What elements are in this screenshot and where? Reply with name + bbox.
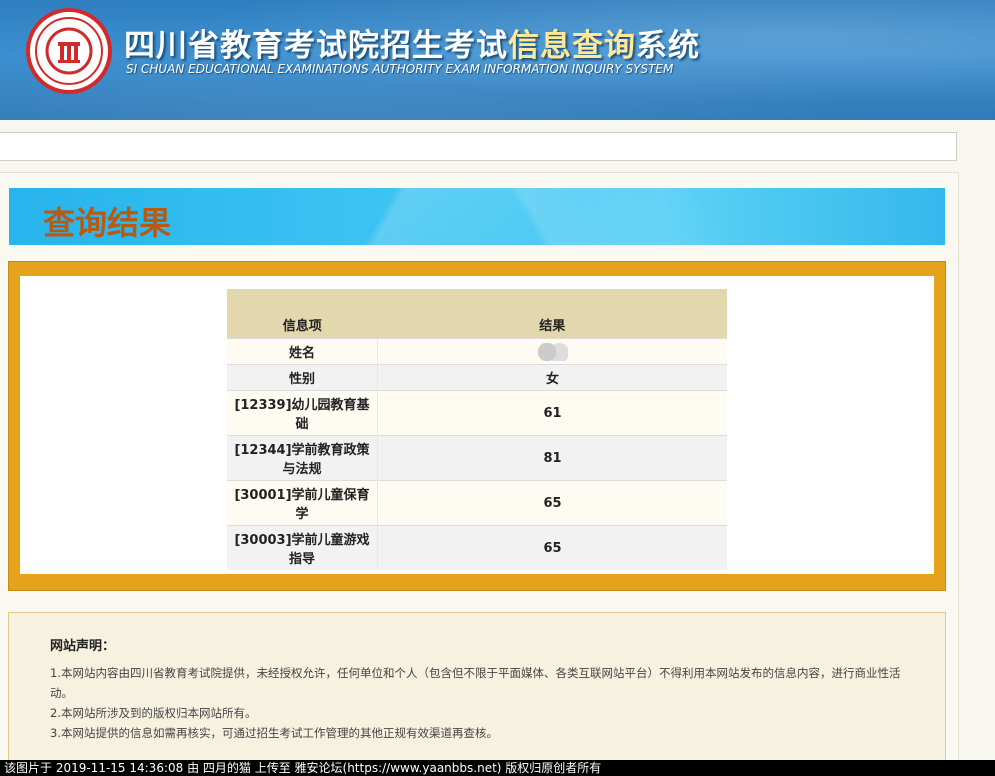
notice-line: 2.本网站所涉及到的版权归本网站所有。 bbox=[50, 706, 257, 720]
nav-bar bbox=[0, 132, 957, 161]
row-item: [30001]学前儿童保育学 bbox=[227, 480, 378, 526]
table-row: [12339]幼儿园教育基础 61 bbox=[227, 390, 727, 436]
notice-line: 3.本网站提供的信息如需再核实，可通过招生考试工作管理的其他正规有效渠道再查核。 bbox=[50, 726, 498, 740]
column-header-result: 结果 bbox=[377, 289, 727, 339]
notice-line: 1.本网站内容由四川省教育考试院提供，未经授权允许，任何单位和个人（包含但不限于… bbox=[50, 666, 901, 700]
result-frame: 信息项 结果 姓名 性别 女 [12339]幼儿园教育基础 61 [12344]… bbox=[8, 261, 946, 591]
site-subtitle: SI CHUAN EDUCATIONAL EXAMINATIONS AUTHOR… bbox=[126, 62, 674, 76]
upload-watermark: 该图片于 2019-11-15 14:36:08 由 四月的猫 上传至 雅安论坛… bbox=[0, 760, 995, 776]
notice-title: 网站声明： bbox=[50, 639, 116, 654]
row-result: 女 bbox=[377, 364, 727, 391]
table-row: [12344]学前教育政策与法规 81 bbox=[227, 435, 727, 481]
redacted-name bbox=[537, 342, 568, 361]
row-item: [12344]学前教育政策与法规 bbox=[227, 435, 378, 481]
sceea-emblem-icon[interactable] bbox=[26, 8, 112, 94]
row-item: [30003]学前儿童游戏指导 bbox=[227, 525, 378, 570]
result-panel: 信息项 结果 姓名 性别 女 [12339]幼儿园教育基础 61 [12344]… bbox=[20, 276, 934, 574]
row-item: [12339]幼儿园教育基础 bbox=[227, 390, 378, 436]
row-result: 65 bbox=[377, 525, 727, 570]
site-title-highlight: 信息查询 bbox=[508, 28, 636, 64]
column-header-item: 信息项 bbox=[227, 289, 378, 339]
site-notice: 网站声明： 1.本网站内容由四川省教育考试院提供，未经授权允许，任何单位和个人（… bbox=[8, 612, 946, 764]
site-header: 四川省教育考试院招生考试信息查询系统 SI CHUAN EDUCATIONAL … bbox=[0, 0, 995, 120]
row-result: 65 bbox=[377, 480, 727, 526]
table-row: 性别 女 bbox=[227, 364, 727, 391]
table-row: [30003]学前儿童游戏指导 65 bbox=[227, 525, 727, 570]
row-result-redacted bbox=[377, 338, 727, 365]
table-row: 姓名 bbox=[227, 338, 727, 365]
result-banner: 查询结果 bbox=[9, 188, 945, 245]
banner-title: 查询结果 bbox=[43, 204, 172, 242]
notice-body: 1.本网站内容由四川省教育考试院提供，未经授权允许，任何单位和个人（包含但不限于… bbox=[50, 663, 920, 743]
results-table: 信息项 结果 姓名 性别 女 [12339]幼儿园教育基础 61 [12344]… bbox=[227, 289, 727, 570]
row-item: 姓名 bbox=[227, 338, 378, 365]
row-result: 81 bbox=[377, 435, 727, 481]
site-title: 四川省教育考试院招生考试信息查询系统 bbox=[124, 28, 700, 64]
row-result: 61 bbox=[377, 390, 727, 436]
row-item: 性别 bbox=[227, 364, 378, 391]
table-header-row: 信息项 结果 bbox=[227, 289, 727, 339]
table-row: [30001]学前儿童保育学 65 bbox=[227, 480, 727, 526]
